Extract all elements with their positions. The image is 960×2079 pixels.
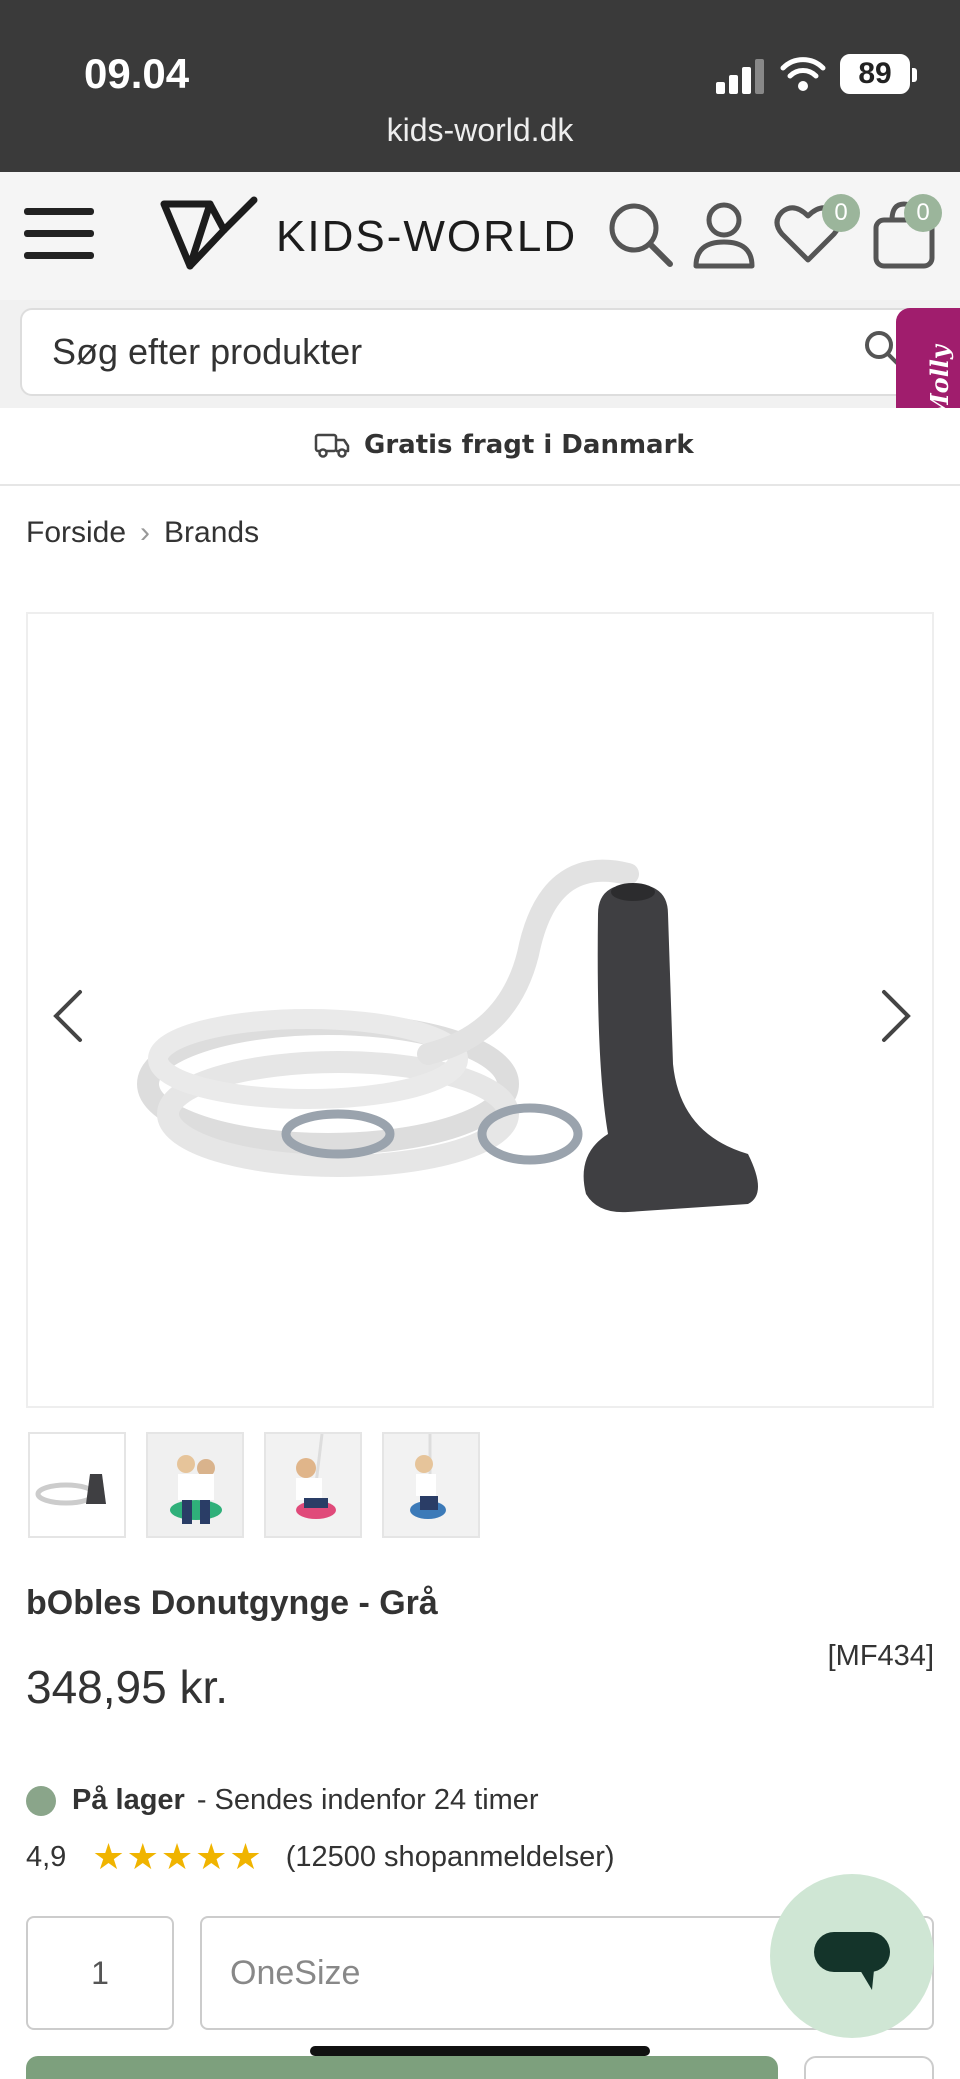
search-icon[interactable] <box>604 198 676 270</box>
stock-dot-icon <box>26 1785 56 1816</box>
clock: 09.04 <box>84 50 190 97</box>
wishlist-count-badge: 0 <box>822 194 860 232</box>
breadcrumb: Forside › Brands <box>26 516 259 550</box>
thumbnail-3[interactable] <box>264 1432 362 1538</box>
signal-icon <box>716 59 764 94</box>
thumbnail-4[interactable] <box>382 1432 480 1538</box>
next-image-icon[interactable] <box>876 986 916 1046</box>
menu-icon[interactable] <box>24 204 94 264</box>
review-count: (12500 shopanmeldelser) <box>285 1840 615 1873</box>
product-price: 348,95 kr. <box>26 1661 229 1713</box>
product-image-gallery[interactable] <box>26 612 934 1408</box>
star-rating-icon: ★★★★★ <box>92 1836 264 1877</box>
site-header: KIDS-WORLD 0 0 <box>0 172 960 300</box>
product-title: bObles Donutgynge - Grå <box>26 1584 438 1622</box>
logo-mark-icon[interactable] <box>160 194 260 270</box>
wifi-icon <box>780 57 826 91</box>
search-input[interactable]: Søg efter produkter <box>20 308 940 396</box>
thumbnail-2[interactable] <box>146 1432 244 1538</box>
thumbnail-strip <box>28 1432 480 1538</box>
account-icon[interactable] <box>688 198 760 270</box>
quantity-input[interactable]: 1 <box>26 1916 174 2030</box>
breadcrumb-item-brands[interactable]: Brands <box>164 516 259 550</box>
breadcrumb-item-forside[interactable]: Forside <box>26 516 126 550</box>
add-to-cart-button[interactable] <box>26 2056 778 2079</box>
cart-count-badge: 0 <box>904 194 942 232</box>
shipping-text: Gratis fragt i Danmark <box>364 430 694 460</box>
previous-image-icon[interactable] <box>48 986 88 1046</box>
add-to-wishlist-button[interactable] <box>804 2056 934 2079</box>
truck-icon <box>314 433 350 458</box>
shop-rating[interactable]: 4,9 ★★★★★ (12500 shopanmeldelser) <box>26 1836 615 1878</box>
search-band: Søg efter produkter <box>0 300 960 408</box>
chevron-right-icon: › <box>140 516 151 549</box>
logo-text[interactable]: KIDS-WORLD <box>276 212 577 262</box>
stock-detail: - Sendes indenfor 24 timer <box>196 1784 539 1816</box>
shipping-banner: Gratis fragt i Danmark <box>0 408 960 486</box>
chat-button[interactable] <box>770 1874 934 2038</box>
home-indicator <box>310 2046 650 2056</box>
rating-value: 4,9 <box>26 1840 67 1873</box>
address-bar-url[interactable]: kids-world.dk <box>0 112 960 149</box>
status-bar: 09.04 89 kids-world.dk <box>0 0 960 172</box>
chat-bubble-icon <box>814 1932 890 1990</box>
product-photo-swing <box>137 859 758 1213</box>
stock-status: På lager - Sendes indenfor 24 timer <box>26 1784 539 1817</box>
thumbnail-1[interactable] <box>28 1432 126 1538</box>
product-sku: [MF434] <box>827 1640 934 1672</box>
stock-label: På lager <box>72 1784 185 1816</box>
battery-indicator: 89 <box>840 54 917 94</box>
